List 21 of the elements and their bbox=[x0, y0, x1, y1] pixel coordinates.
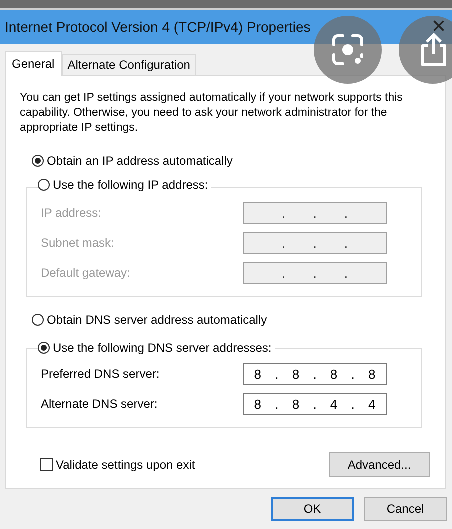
field-label: Subnet mask: bbox=[41, 236, 116, 250]
field-label: Preferred DNS server: bbox=[41, 367, 161, 381]
dialog-button[interactable]: OK bbox=[271, 497, 354, 521]
dialog-button[interactable]: Cancel bbox=[364, 497, 447, 521]
field-label: IP address: bbox=[41, 206, 102, 220]
ip-address-field[interactable]: 8 . 8 . 8 . 8 bbox=[243, 363, 387, 385]
advanced-button[interactable]: Advanced... bbox=[329, 452, 430, 477]
field-label: Default gateway: bbox=[41, 266, 132, 280]
radio-button[interactable]: Obtain an IP address automatically bbox=[32, 154, 236, 168]
tab[interactable]: Alternate Configuration bbox=[62, 54, 196, 75]
ip-address-field[interactable]: 8 . 8 . 4 . 4 bbox=[243, 393, 387, 415]
lens-icon bbox=[331, 33, 365, 67]
field-label: Alternate DNS server: bbox=[41, 397, 159, 411]
tab[interactable]: General bbox=[5, 51, 62, 76]
close-button[interactable]: × bbox=[432, 15, 446, 39]
checkbox[interactable]: Validate settings upon exit bbox=[40, 458, 196, 472]
share-icon bbox=[419, 32, 449, 68]
radio-button[interactable]: Obtain DNS server address automatically bbox=[32, 313, 270, 327]
radio-button[interactable]: Use the following DNS server addresses: bbox=[38, 341, 275, 355]
window-title: Internet Protocol Version 4 (TCP/IPv4) Properties bbox=[5, 19, 311, 35]
intro-text: You can get IP settings assigned automatically if your network supports this capability. Otherwise, you need to ask your network administrator for the appropriate IP settings. bbox=[20, 91, 404, 136]
